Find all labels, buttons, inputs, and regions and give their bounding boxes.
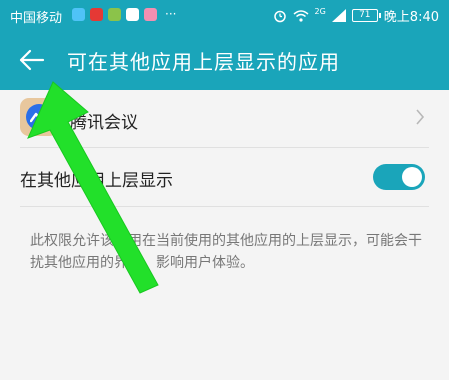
overlay-permission-label: 在其他应用上层显示 (20, 171, 173, 191)
title-bar: 可在其他应用上层显示的应用 (0, 30, 449, 90)
notification-app-icon (90, 7, 103, 21)
clock-label: 晚上8:40 (383, 10, 439, 25)
wifi-icon (293, 9, 308, 22)
status-right: 2G 71 晚上8:40 (273, 6, 439, 25)
notification-icons: ··· (72, 7, 176, 21)
page-title: 可在其他应用上层显示的应用 (67, 50, 340, 74)
status-bar: 中国移动 ··· 2G 71 晚上8:40 (0, 0, 449, 30)
notification-app-icon (126, 7, 139, 21)
alarm-icon (273, 10, 286, 22)
back-arrow-icon[interactable] (19, 49, 45, 71)
app-row[interactable]: 腾讯会议 (0, 90, 449, 146)
tencent-meeting-logo-icon (30, 112, 48, 123)
overlay-permission-toggle[interactable] (373, 164, 425, 190)
notification-app-icon (144, 7, 157, 21)
app-icon (20, 98, 58, 136)
network-type-label: 2G (314, 7, 326, 16)
carrier-label: 中国移动 (10, 11, 63, 26)
more-notifications-icon: ··· (165, 7, 177, 21)
permission-description: 此权限允许该应用在当前使用的其他应用的上层显示，可能会干扰其他应用的界面，影响用… (30, 233, 422, 271)
app-name: 腾讯会议 (70, 113, 138, 133)
battery-icon: 71 (351, 9, 381, 22)
toggle-knob (402, 167, 422, 187)
overlay-permission-row[interactable]: 在其他应用上层显示 (0, 148, 449, 206)
notification-app-icon (72, 7, 85, 21)
notification-app-icon (108, 7, 121, 21)
chevron-right-icon (416, 109, 425, 125)
back-button[interactable] (14, 44, 50, 76)
signal-icon (331, 9, 346, 22)
main-content: 腾讯会议 在其他应用上层显示 此权限允许该应用在当前使用的其他应用的上层显示，可… (0, 90, 449, 380)
divider (20, 206, 429, 207)
